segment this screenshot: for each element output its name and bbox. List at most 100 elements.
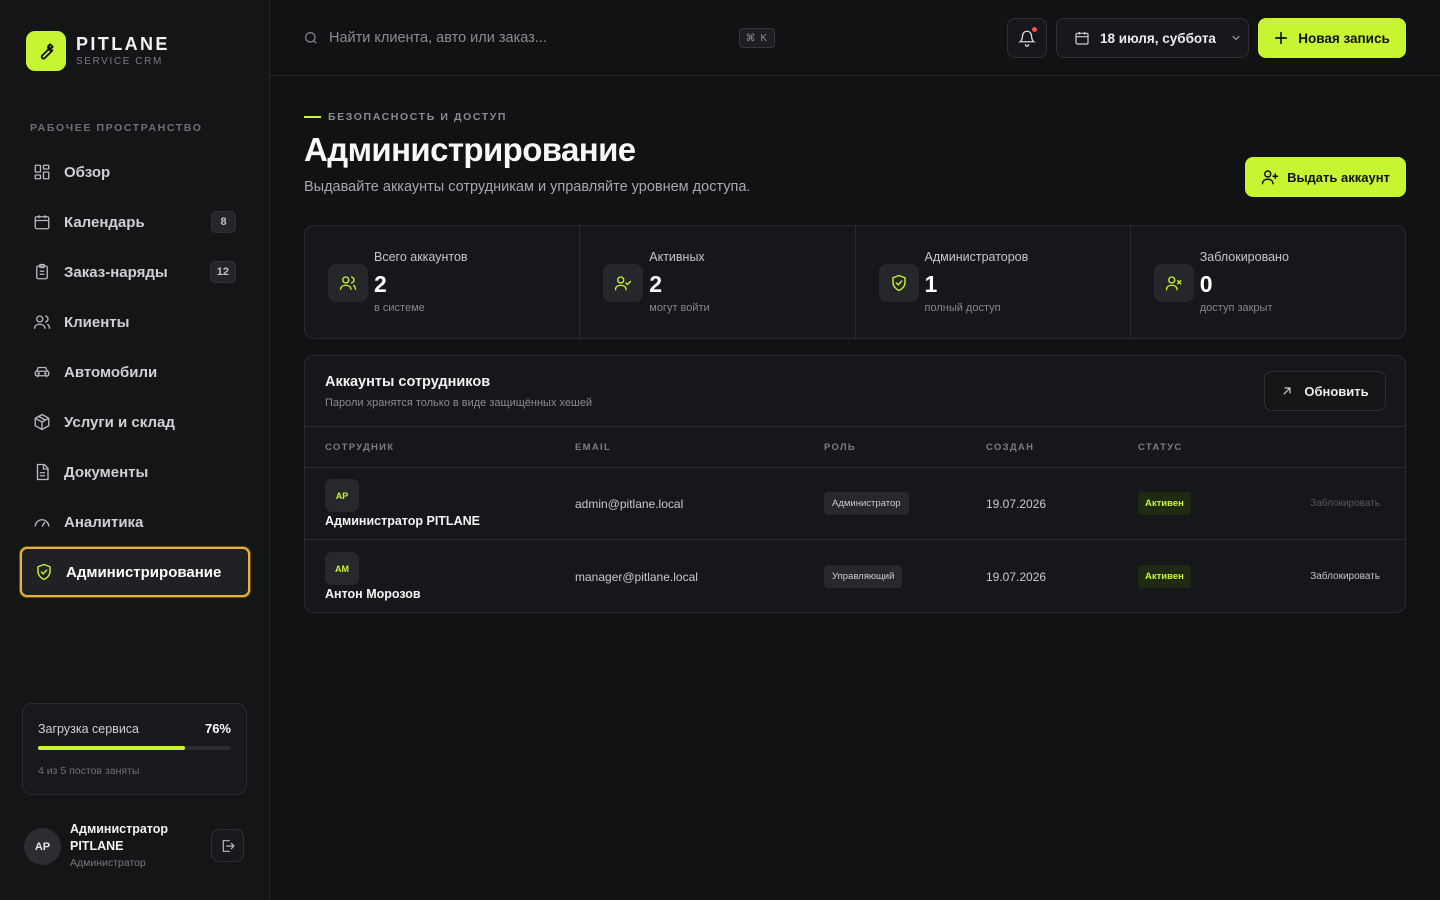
notifications-button[interactable]: [1007, 18, 1047, 58]
role-badge: Администратор: [824, 492, 909, 515]
refresh-button[interactable]: Обновить: [1264, 371, 1386, 411]
role-badge: Управляющий: [824, 565, 903, 588]
search-icon: [303, 30, 319, 46]
shield-icon: [35, 563, 53, 581]
document-icon: [33, 463, 51, 481]
stat-admins: Администраторов 1 полный доступ: [856, 226, 1131, 338]
user-x-icon: [1153, 264, 1194, 302]
eyebrow-text: БЕЗОПАСНОСТЬ И ДОСТУП: [328, 111, 508, 123]
clipboard-icon: [33, 263, 51, 281]
date-picker-button[interactable]: 18 июля, суббота: [1056, 18, 1249, 58]
column-header-created[interactable]: СОЗДАН: [986, 442, 1034, 453]
column-header-email[interactable]: EMAIL: [575, 442, 611, 453]
sidebar-item-label: Заказ-наряды: [64, 263, 168, 281]
search-input[interactable]: [329, 30, 729, 46]
calendar-icon: [33, 213, 51, 231]
topbar: ⌘ K 18 июля, суббота Новая запись: [270, 0, 1440, 76]
shield-check-icon: [878, 264, 919, 302]
search-bar: ⌘ K: [303, 25, 775, 51]
page-title: Администрирование: [304, 131, 636, 168]
issue-account-label: Выдать аккаунт: [1287, 169, 1390, 185]
car-icon: [33, 363, 51, 381]
calendar-icon: [1074, 30, 1090, 46]
sidebar-item-calendar[interactable]: Календарь 8: [20, 197, 250, 247]
sidebar-item-overview[interactable]: Обзор: [20, 147, 250, 197]
service-load-percent: 76%: [204, 721, 231, 736]
sidebar-item-label: Аналитика: [64, 513, 144, 531]
block-account-link: Заблокировать: [1310, 498, 1380, 509]
sidebar-item-administration[interactable]: Администрирование: [20, 547, 250, 597]
sidebar-item-clients[interactable]: Клиенты: [20, 297, 250, 347]
count-badge: 12: [209, 261, 236, 283]
sidebar-item-analytics[interactable]: Аналитика: [20, 497, 250, 547]
eyebrow-accent-line: [304, 116, 321, 118]
sidebar-item-label: Администрирование: [66, 563, 222, 581]
accounts-subtitle: Пароли хранятся только в виде защищённых…: [325, 397, 593, 409]
brand-name: PITLANE: [76, 34, 170, 54]
date-label: 18 июля, суббота: [1100, 30, 1216, 46]
stat-active: Активных 2 могут войти: [580, 226, 856, 338]
new-record-button[interactable]: Новая запись: [1258, 18, 1406, 58]
status-badge: Активен: [1138, 492, 1191, 515]
column-header-role[interactable]: РОЛЬ: [824, 442, 856, 453]
table-row[interactable]: АМ Антон Морозов manager@pitlane.local У…: [305, 541, 1405, 612]
avatar: АМ: [325, 552, 359, 585]
service-load-fill: [38, 746, 185, 750]
stat-blocked: Заблокировано 0 доступ закрыт: [1131, 226, 1405, 338]
plus-icon: [1274, 31, 1288, 45]
notification-dot: [1032, 27, 1037, 32]
logout-button[interactable]: [211, 829, 244, 862]
refresh-label: Обновить: [1304, 383, 1369, 399]
grid-icon: [33, 163, 51, 181]
service-load-title: Загрузка сервиса: [38, 721, 140, 736]
current-user: АР Администратор PITLANE Администратор: [24, 820, 246, 876]
stat-value: 2: [374, 271, 387, 297]
stat-value: 0: [1199, 271, 1213, 297]
gauge-icon: [33, 513, 51, 531]
sidebar-item-services-stock[interactable]: Услуги и склад: [20, 397, 250, 447]
sidebar-item-label: Документы: [64, 463, 149, 481]
brand-subtitle: SERVICE CRM: [76, 56, 163, 67]
employee-name: Антон Морозов: [325, 587, 421, 601]
block-account-link[interactable]: Заблокировать: [1310, 571, 1380, 582]
table-row[interactable]: АР Администратор PITLANE admin@pitlane.l…: [305, 468, 1405, 540]
stat-value: 2: [649, 271, 663, 297]
column-header-employee[interactable]: СОТРУДНИК: [325, 442, 394, 453]
employee-email: manager@pitlane.local: [575, 570, 698, 584]
stat-total-accounts: Всего аккаунтов 2 в системе: [305, 226, 581, 338]
sidebar-item-documents[interactable]: Документы: [20, 447, 250, 497]
stat-subtitle: могут войти: [649, 302, 710, 314]
sidebar-item-label: Клиенты: [64, 313, 130, 331]
status-badge: Активен: [1138, 565, 1191, 588]
page-subtitle: Выдавайте аккаунты сотрудникам и управля…: [304, 179, 751, 195]
sidebar-item-cars[interactable]: Автомобили: [20, 347, 250, 397]
user-plus-icon: [1261, 168, 1279, 186]
avatar[interactable]: АР: [24, 828, 61, 865]
sidebar-item-label: Услуги и склад: [64, 413, 175, 431]
issue-account-button[interactable]: Выдать аккаунт: [1245, 157, 1406, 197]
stat-label: Администраторов: [924, 250, 1029, 264]
created-date: 19.07.2026: [986, 570, 1047, 584]
table-header: СОТРУДНИК EMAIL РОЛЬ СОЗДАН СТАТУС: [305, 426, 1405, 468]
keyboard-shortcut: ⌘ K: [738, 28, 775, 48]
users-icon: [33, 313, 51, 331]
stats-panel: Всего аккаунтов 2 в системе Активных 2 м…: [304, 225, 1406, 339]
new-record-label: Новая запись: [1298, 30, 1390, 46]
sidebar-nav: Обзор Календарь 8 Заказ-наряды 12 Клиент…: [20, 147, 250, 597]
sidebar-item-work-orders[interactable]: Заказ-наряды 12: [20, 247, 250, 297]
accounts-title: Аккаунты сотрудников: [325, 374, 491, 390]
stat-label: Всего аккаунтов: [374, 250, 468, 264]
stat-subtitle: полный доступ: [924, 302, 1001, 314]
stat-subtitle: в системе: [374, 302, 425, 314]
accounts-table-card: Аккаунты сотрудников Пароли хранятся тол…: [304, 355, 1406, 613]
sidebar-item-label: Календарь: [64, 213, 145, 231]
avatar: АР: [325, 479, 359, 512]
section-eyebrow: БЕЗОПАСНОСТЬ И ДОСТУП: [304, 111, 507, 123]
box-icon: [33, 413, 51, 431]
sidebar: PITLANE SERVICE CRM РАБОЧЕЕ ПРОСТРАНСТВО…: [0, 0, 270, 900]
stat-label: Активных: [649, 250, 705, 264]
created-date: 19.07.2026: [986, 497, 1047, 511]
column-header-status[interactable]: СТАТУС: [1138, 442, 1183, 453]
user-role: Администратор: [70, 857, 146, 869]
brand[interactable]: PITLANE SERVICE CRM: [26, 31, 170, 71]
